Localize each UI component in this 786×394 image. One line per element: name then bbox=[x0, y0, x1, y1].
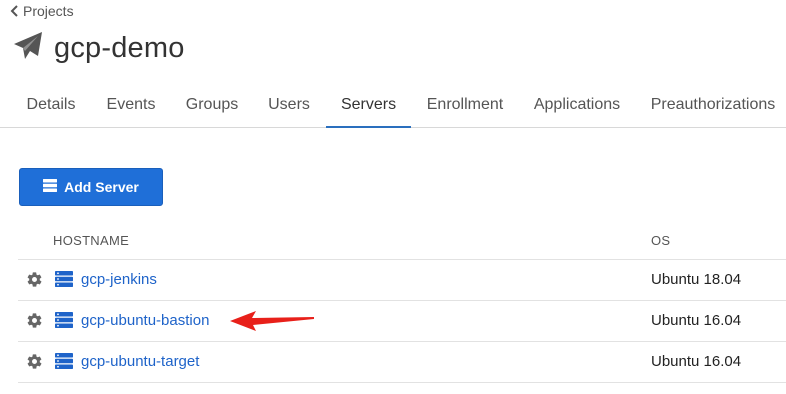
breadcrumb-projects[interactable]: Projects bbox=[10, 3, 74, 19]
server-stack-icon bbox=[43, 179, 58, 195]
breadcrumb-label: Projects bbox=[23, 3, 74, 19]
tab-users[interactable]: Users bbox=[267, 84, 311, 128]
tab-preauthorizations[interactable]: Preauthorizations bbox=[650, 84, 776, 128]
red-arrow-annotation-icon bbox=[228, 308, 318, 339]
add-server-label: Add Server bbox=[64, 179, 139, 195]
page-title: gcp-demo bbox=[54, 32, 185, 64]
server-icon bbox=[55, 271, 73, 292]
server-os: Ubuntu 18.04 bbox=[651, 271, 742, 288]
column-header-hostname: HOSTNAME bbox=[53, 233, 130, 248]
tab-groups[interactable]: Groups bbox=[185, 84, 239, 128]
gear-icon[interactable] bbox=[26, 312, 43, 334]
server-hostname-link[interactable]: gcp-ubuntu-bastion bbox=[81, 312, 209, 329]
server-os: Ubuntu 16.04 bbox=[651, 312, 742, 329]
gear-icon[interactable] bbox=[26, 271, 43, 293]
server-icon bbox=[55, 353, 73, 374]
tab-applications[interactable]: Applications bbox=[532, 84, 622, 128]
gear-icon[interactable] bbox=[26, 353, 43, 375]
table-row: gcp-ubuntu-target Ubuntu 16.04 bbox=[18, 342, 786, 383]
tab-events[interactable]: Events bbox=[105, 84, 157, 128]
tab-details[interactable]: Details bbox=[26, 84, 76, 128]
column-header-os: OS bbox=[651, 233, 671, 248]
server-hostname-link[interactable]: gcp-jenkins bbox=[81, 271, 157, 288]
server-os: Ubuntu 16.04 bbox=[651, 353, 742, 370]
paper-plane-icon bbox=[12, 30, 44, 67]
tab-enrollment[interactable]: Enrollment bbox=[425, 84, 505, 128]
add-server-button[interactable]: Add Server bbox=[19, 168, 163, 206]
chevron-left-icon bbox=[10, 5, 19, 17]
table-row: gcp-ubuntu-bastion Ubuntu 16.04 bbox=[18, 301, 786, 342]
page-header: gcp-demo bbox=[12, 30, 185, 67]
tab-servers[interactable]: Servers bbox=[326, 84, 411, 128]
table-row: gcp-jenkins Ubuntu 18.04 bbox=[18, 260, 786, 301]
tab-bar: Details Events Groups Users Servers Enro… bbox=[0, 84, 786, 128]
server-icon bbox=[55, 312, 73, 333]
server-hostname-link[interactable]: gcp-ubuntu-target bbox=[81, 353, 199, 370]
